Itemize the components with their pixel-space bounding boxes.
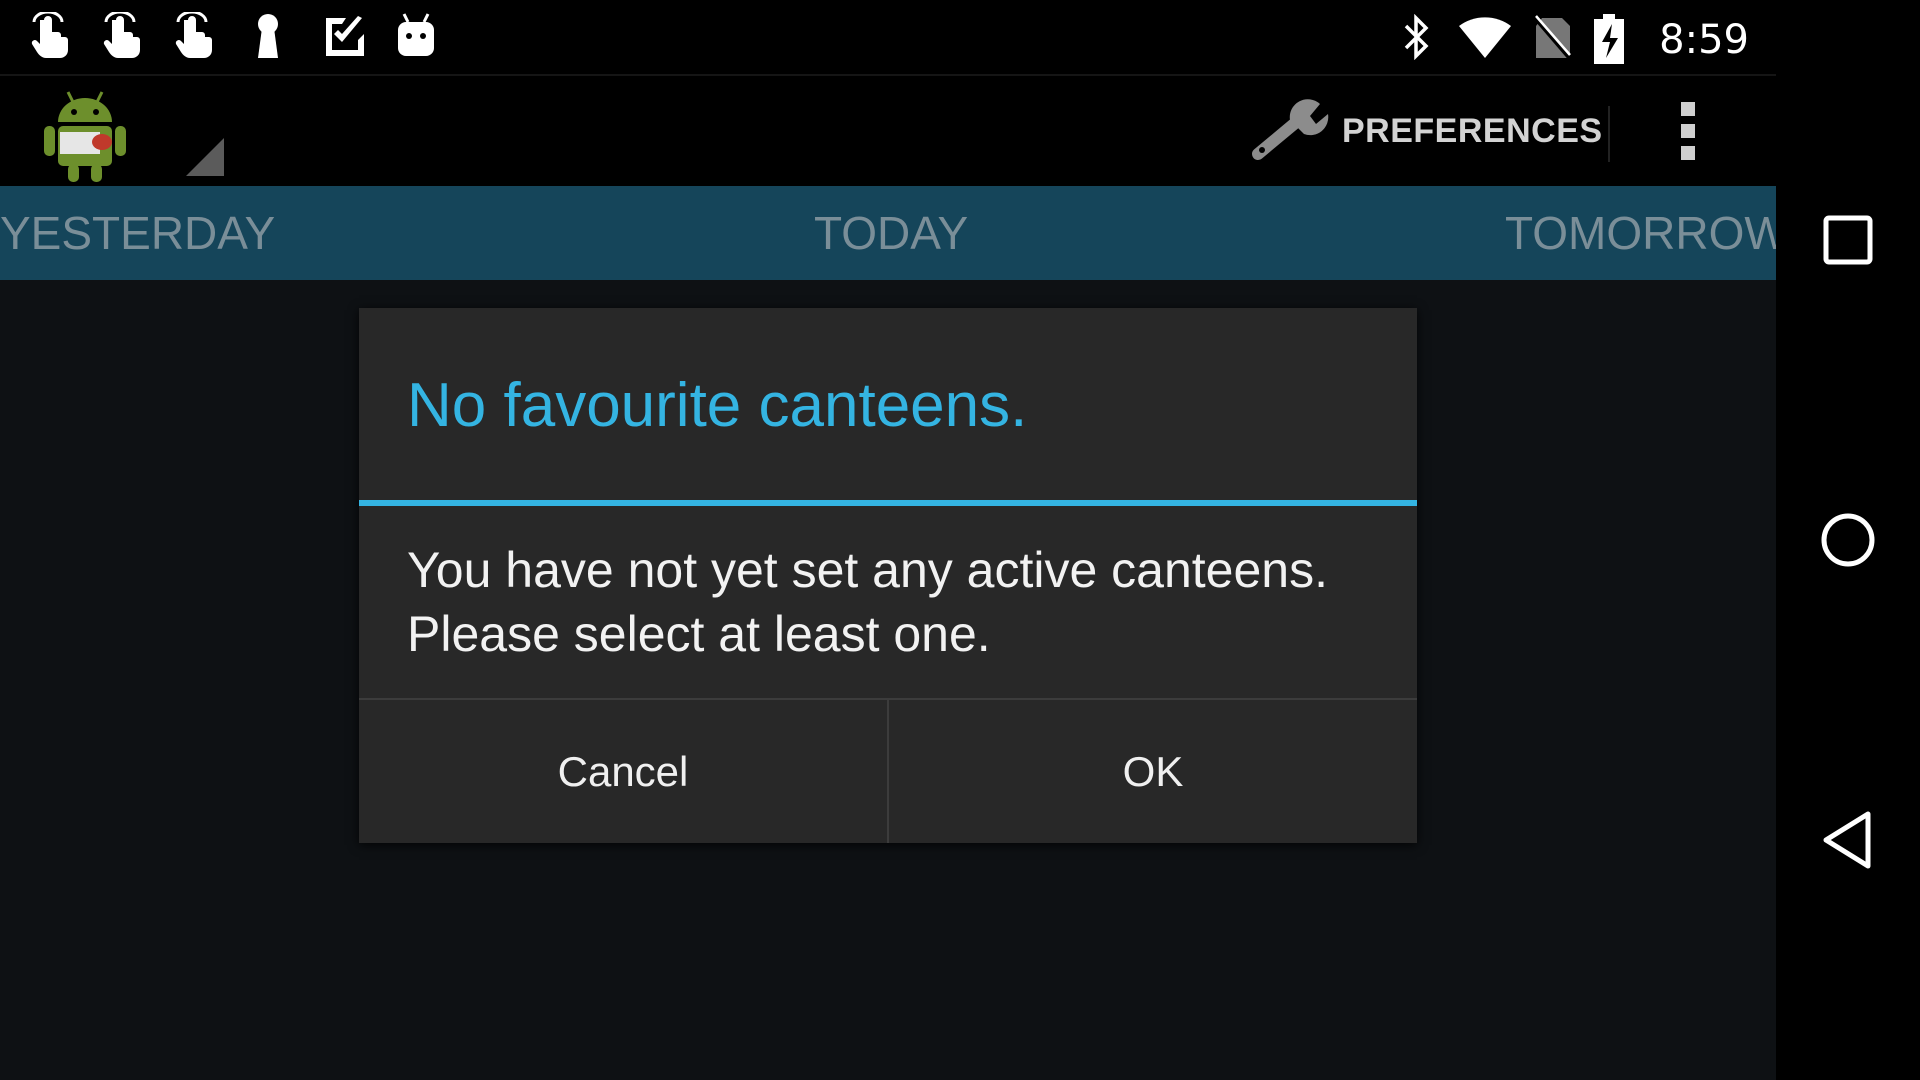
recents-icon[interactable] [1818, 210, 1878, 270]
touch-icon [174, 10, 218, 60]
preferences-button[interactable]: PREFERENCES [1250, 98, 1602, 162]
ok-button[interactable]: OK [889, 700, 1417, 843]
no-sim-icon [1532, 14, 1572, 60]
alert-dialog: No favourite canteens. You have not yet … [359, 308, 1417, 843]
battery-charging-icon [1594, 14, 1624, 64]
app-icon[interactable] [40, 84, 130, 184]
back-icon[interactable] [1818, 810, 1878, 870]
dialog-button-bar: Cancel OK [359, 698, 1417, 843]
clock: 8:59 [1659, 17, 1749, 63]
bluetooth-icon [1404, 14, 1429, 60]
wifi-icon [1459, 17, 1511, 59]
android-canteen-icon [44, 91, 126, 182]
cancel-button[interactable]: Cancel [359, 700, 887, 843]
dialog-message: You have not yet set any active canteens… [407, 542, 1328, 662]
tab-tomorrow[interactable]: TOMORROW [1505, 206, 1788, 260]
tab-today[interactable]: TODAY [814, 206, 968, 260]
overflow-menu-icon[interactable] [1676, 102, 1700, 168]
touch-icon [30, 10, 74, 60]
tab-yesterday[interactable]: YESTERDAY [0, 206, 275, 260]
preferences-label: PREFERENCES [1342, 112, 1603, 150]
android-head-icon [394, 12, 438, 60]
wrench-icon [1252, 99, 1329, 160]
system-status-area: 8:59 [1376, 10, 1776, 64]
navigation-bar [1776, 0, 1920, 1080]
touch-icon [102, 10, 146, 60]
dialog-title: No favourite canteens. [407, 371, 1028, 440]
action-bar: PREFERENCES [0, 74, 1776, 186]
spinner-indicator[interactable] [186, 138, 224, 176]
day-tab-strip: YESTERDAY TODAY TOMORROW [0, 186, 1788, 280]
checkmark-icon [322, 12, 366, 60]
status-bar: 8:59 [0, 0, 1776, 74]
action-bar-divider [1608, 106, 1610, 162]
app-screen: 8:59 PREFERENCES YESTERDAY TODAY TOMORRO… [0, 0, 1788, 1080]
keyhole-icon [250, 12, 286, 60]
dialog-title-divider [359, 500, 1417, 506]
home-icon[interactable] [1818, 510, 1878, 570]
